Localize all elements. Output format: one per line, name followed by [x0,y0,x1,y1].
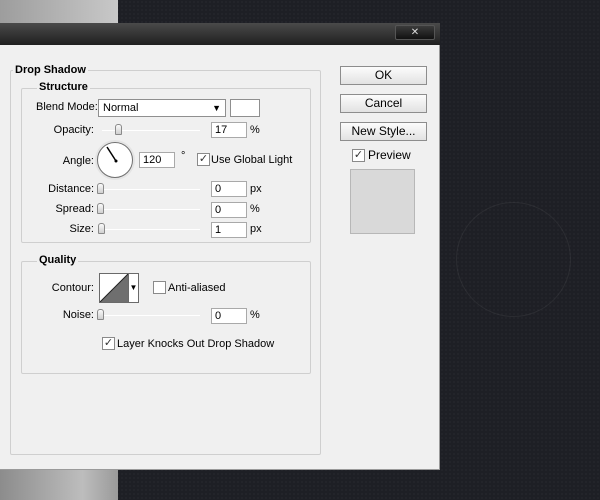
contour-label: Contour: [51,282,94,294]
close-icon: ✕ [410,27,420,38]
distance-unit: px [250,183,262,195]
opacity-value: 17 [215,124,228,136]
angle-input[interactable]: 120 [139,152,175,168]
contour-dropdown-button[interactable]: ▼ [129,273,139,303]
anti-aliased-label[interactable]: Anti-aliased [168,282,225,294]
new-style-button[interactable]: New Style... [340,122,427,141]
noise-slider-thumb[interactable] [97,309,104,320]
noise-label: Noise: [62,309,94,321]
angle-dial-needle [106,146,118,163]
opacity-slider-thumb[interactable] [115,124,122,135]
spread-input[interactable]: 0 [211,202,247,218]
cancel-button[interactable]: Cancel [340,94,427,113]
layer-style-dialog: Drop Shadow Structure Blend Mode: Normal… [0,45,440,470]
blend-mode-select[interactable]: Normal ▼ [98,99,226,117]
opacity-unit: % [250,124,260,136]
check-icon: ✓ [353,149,364,161]
check-icon: ✓ [103,337,114,349]
dialog-titlebar[interactable] [0,23,440,45]
preview-checkbox[interactable]: ✓ [352,149,365,162]
spread-slider-thumb[interactable] [97,203,104,214]
chevron-down-icon: ▼ [129,283,138,292]
chevron-down-icon: ▼ [212,103,221,113]
spread-slider-track[interactable] [102,209,200,210]
structure-title: Structure [37,81,90,93]
layer-knocks-out-checkbox[interactable]: ✓ [102,337,115,350]
spread-label: Spread: [55,203,94,215]
size-slider-track[interactable] [102,229,200,230]
size-slider-thumb[interactable] [98,223,105,234]
drop-shadow-title: Drop Shadow [13,64,88,76]
noise-value: 0 [215,310,222,322]
close-button[interactable]: ✕ [395,25,435,40]
quality-title: Quality [37,254,79,266]
preview-thumbnail [350,169,415,234]
contour-picker[interactable] [99,273,129,303]
distance-slider-track[interactable] [102,189,200,190]
ok-button[interactable]: OK [340,66,427,85]
size-label: Size: [69,223,94,235]
angle-value: 120 [143,154,162,166]
shadow-color-swatch[interactable] [230,99,260,117]
distance-input[interactable]: 0 [211,181,247,197]
opacity-input[interactable]: 17 [211,122,247,138]
spread-value: 0 [215,204,222,216]
angle-unit: ° [181,150,186,162]
blend-mode-value: Normal [103,102,139,114]
opacity-label: Opacity: [53,124,94,136]
noise-slider-track[interactable] [102,315,200,316]
spread-unit: % [250,203,260,215]
contour-linear-icon [99,273,129,303]
preview-label[interactable]: Preview [368,148,411,162]
distance-slider-thumb[interactable] [97,183,104,194]
layer-knocks-out-label[interactable]: Layer Knocks Out Drop Shadow [117,338,274,350]
use-global-light-checkbox[interactable]: ✓ [197,153,210,166]
angle-dial[interactable] [97,142,133,178]
distance-label: Distance: [48,183,94,195]
check-icon: ✓ [198,153,209,165]
angle-label: Angle: [62,155,94,167]
canvas-circle-shape [456,202,571,317]
anti-aliased-checkbox[interactable] [153,281,166,294]
size-unit: px [250,223,262,235]
canvas-light-area-top [0,0,118,25]
noise-input[interactable]: 0 [211,308,247,324]
blend-mode-label: Blend Mode: [36,101,98,113]
size-value: 1 [215,224,222,236]
size-input[interactable]: 1 [211,222,247,238]
use-global-light-label[interactable]: Use Global Light [211,154,292,166]
distance-value: 0 [215,183,222,195]
noise-unit: % [250,309,260,321]
